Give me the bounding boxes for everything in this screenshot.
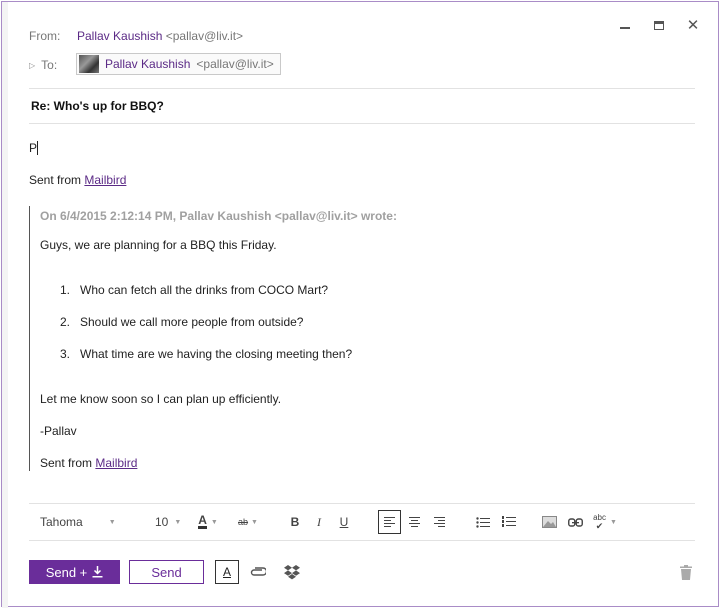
underline-button[interactable]: U	[335, 510, 353, 534]
divider	[29, 540, 695, 541]
expand-triangle-icon: ▷	[29, 60, 36, 70]
bullet-list-icon	[476, 516, 490, 528]
from-name: Pallav Kaushish	[77, 29, 163, 43]
divider	[29, 88, 695, 89]
close-button[interactable]: ✕	[682, 14, 704, 36]
to-label: To:	[41, 58, 58, 72]
send-plus-label: Send +	[45, 564, 88, 580]
quoted-message: On 6/4/2015 2:12:14 PM, Pallav Kaushish …	[29, 206, 669, 471]
recipient-name: Pallav Kaushish	[105, 57, 191, 71]
quote-sign: -Pallav	[40, 424, 77, 438]
download-icon	[92, 566, 103, 578]
discard-button[interactable]	[676, 560, 696, 584]
align-center-button[interactable]	[404, 510, 424, 534]
list-text: Who can fetch all the drinks from COCO M…	[80, 283, 329, 297]
font-color-icon: A	[198, 513, 207, 529]
attach-button[interactable]	[247, 560, 269, 584]
list-text: What time are we having the closing meet…	[80, 347, 353, 361]
chevron-down-icon: ▼	[174, 518, 182, 526]
font-size-value: 10	[155, 515, 169, 529]
from-address: <pallav@liv.it>	[165, 29, 244, 43]
maximize-button[interactable]	[648, 14, 670, 36]
chevron-down-icon: ▼	[210, 518, 218, 526]
font-family-select[interactable]: Tahoma ▼	[32, 510, 124, 534]
align-center-icon	[408, 517, 420, 527]
quote-closing: Let me know soon so I can plan up effici…	[40, 392, 282, 406]
insert-link-button[interactable]	[565, 510, 585, 534]
send-button[interactable]: Send	[129, 560, 204, 584]
bullet-list-button[interactable]	[473, 510, 493, 534]
mailbird-link[interactable]: Mailbird	[84, 173, 126, 187]
quote-attribution: On 6/4/2015 2:12:14 PM, Pallav Kaushish …	[40, 209, 397, 223]
dropbox-button[interactable]	[281, 560, 303, 584]
numbered-list-button[interactable]	[499, 510, 519, 534]
highlight-icon: ab	[238, 517, 249, 527]
bold-button[interactable]: B	[286, 510, 304, 534]
minimize-icon	[620, 27, 630, 29]
mailbird-link[interactable]: Mailbird	[95, 456, 137, 470]
list-item: 2. Should we call more people from outsid…	[60, 315, 303, 329]
text-caret	[37, 141, 39, 155]
chevron-down-icon: ▼	[609, 518, 617, 526]
typed-text: P	[29, 141, 38, 155]
recipient-chip[interactable]: Pallav Kaushish <pallav@liv.it>	[76, 53, 281, 75]
signature: Sent from Mailbird	[29, 173, 126, 187]
close-icon: ✕	[686, 17, 700, 34]
signature-prefix: Sent from	[40, 456, 93, 470]
message-editor[interactable]: P	[29, 141, 39, 155]
list-number: 2.	[60, 315, 71, 329]
font-size-select[interactable]: 10 ▼	[150, 510, 186, 534]
signature-prefix: Sent from	[29, 173, 82, 187]
list-item: 1. Who can fetch all the drinks from COCO…	[60, 283, 328, 297]
paperclip-icon	[250, 567, 266, 576]
list-text: Should we call more people from outside?	[80, 315, 304, 329]
font-color-button[interactable]: A ▼	[194, 510, 222, 534]
minimize-button[interactable]	[614, 14, 636, 36]
align-left-icon	[384, 517, 395, 527]
font-family-value: Tahoma	[40, 515, 83, 529]
formatting-toggle-button[interactable]: A	[215, 560, 239, 584]
maximize-icon	[654, 20, 664, 30]
dropbox-icon	[284, 564, 300, 579]
list-number: 3.	[60, 347, 71, 361]
list-number: 1.	[60, 283, 71, 297]
align-left-button[interactable]	[378, 510, 401, 534]
send-plus-button[interactable]: Send +	[29, 560, 120, 584]
image-icon	[541, 516, 557, 528]
italic-button[interactable]: I	[310, 510, 328, 534]
chevron-down-icon: ▼	[251, 518, 258, 526]
recipient-address: <pallav@liv.it>	[196, 57, 274, 71]
align-right-button[interactable]	[429, 510, 449, 534]
quote-signature: Sent from Mailbird	[40, 456, 137, 470]
highlight-button[interactable]: ab ▼	[234, 510, 262, 534]
quote-intro: Guys, we are planning for a BBQ this Fri…	[40, 238, 277, 252]
from-field[interactable]: Pallav Kaushish <pallav@liv.it>	[77, 29, 243, 43]
divider	[29, 503, 695, 504]
to-expander[interactable]: ▷ To:	[29, 58, 57, 72]
divider	[29, 123, 695, 124]
trash-icon	[680, 564, 692, 580]
spellcheck-icon: abc ✔	[593, 513, 606, 531]
numbered-list-icon	[502, 516, 516, 527]
avatar	[79, 55, 99, 73]
insert-image-button[interactable]	[539, 510, 559, 534]
compose-window: ✕ From: Pallav Kaushish <pallav@liv.it> …	[1, 1, 719, 608]
text-format-icon: A	[222, 565, 231, 579]
link-icon	[567, 517, 583, 527]
from-label: From:	[29, 29, 61, 43]
background-strip	[2, 2, 8, 608]
subject-field[interactable]: Re: Who's up for BBQ?	[31, 99, 164, 113]
spellcheck-button[interactable]: abc ✔ ▼	[590, 510, 620, 534]
list-item: 3. What time are we having the closing me…	[60, 347, 352, 361]
chevron-down-icon: ▼	[108, 518, 116, 526]
align-right-icon	[433, 517, 445, 527]
